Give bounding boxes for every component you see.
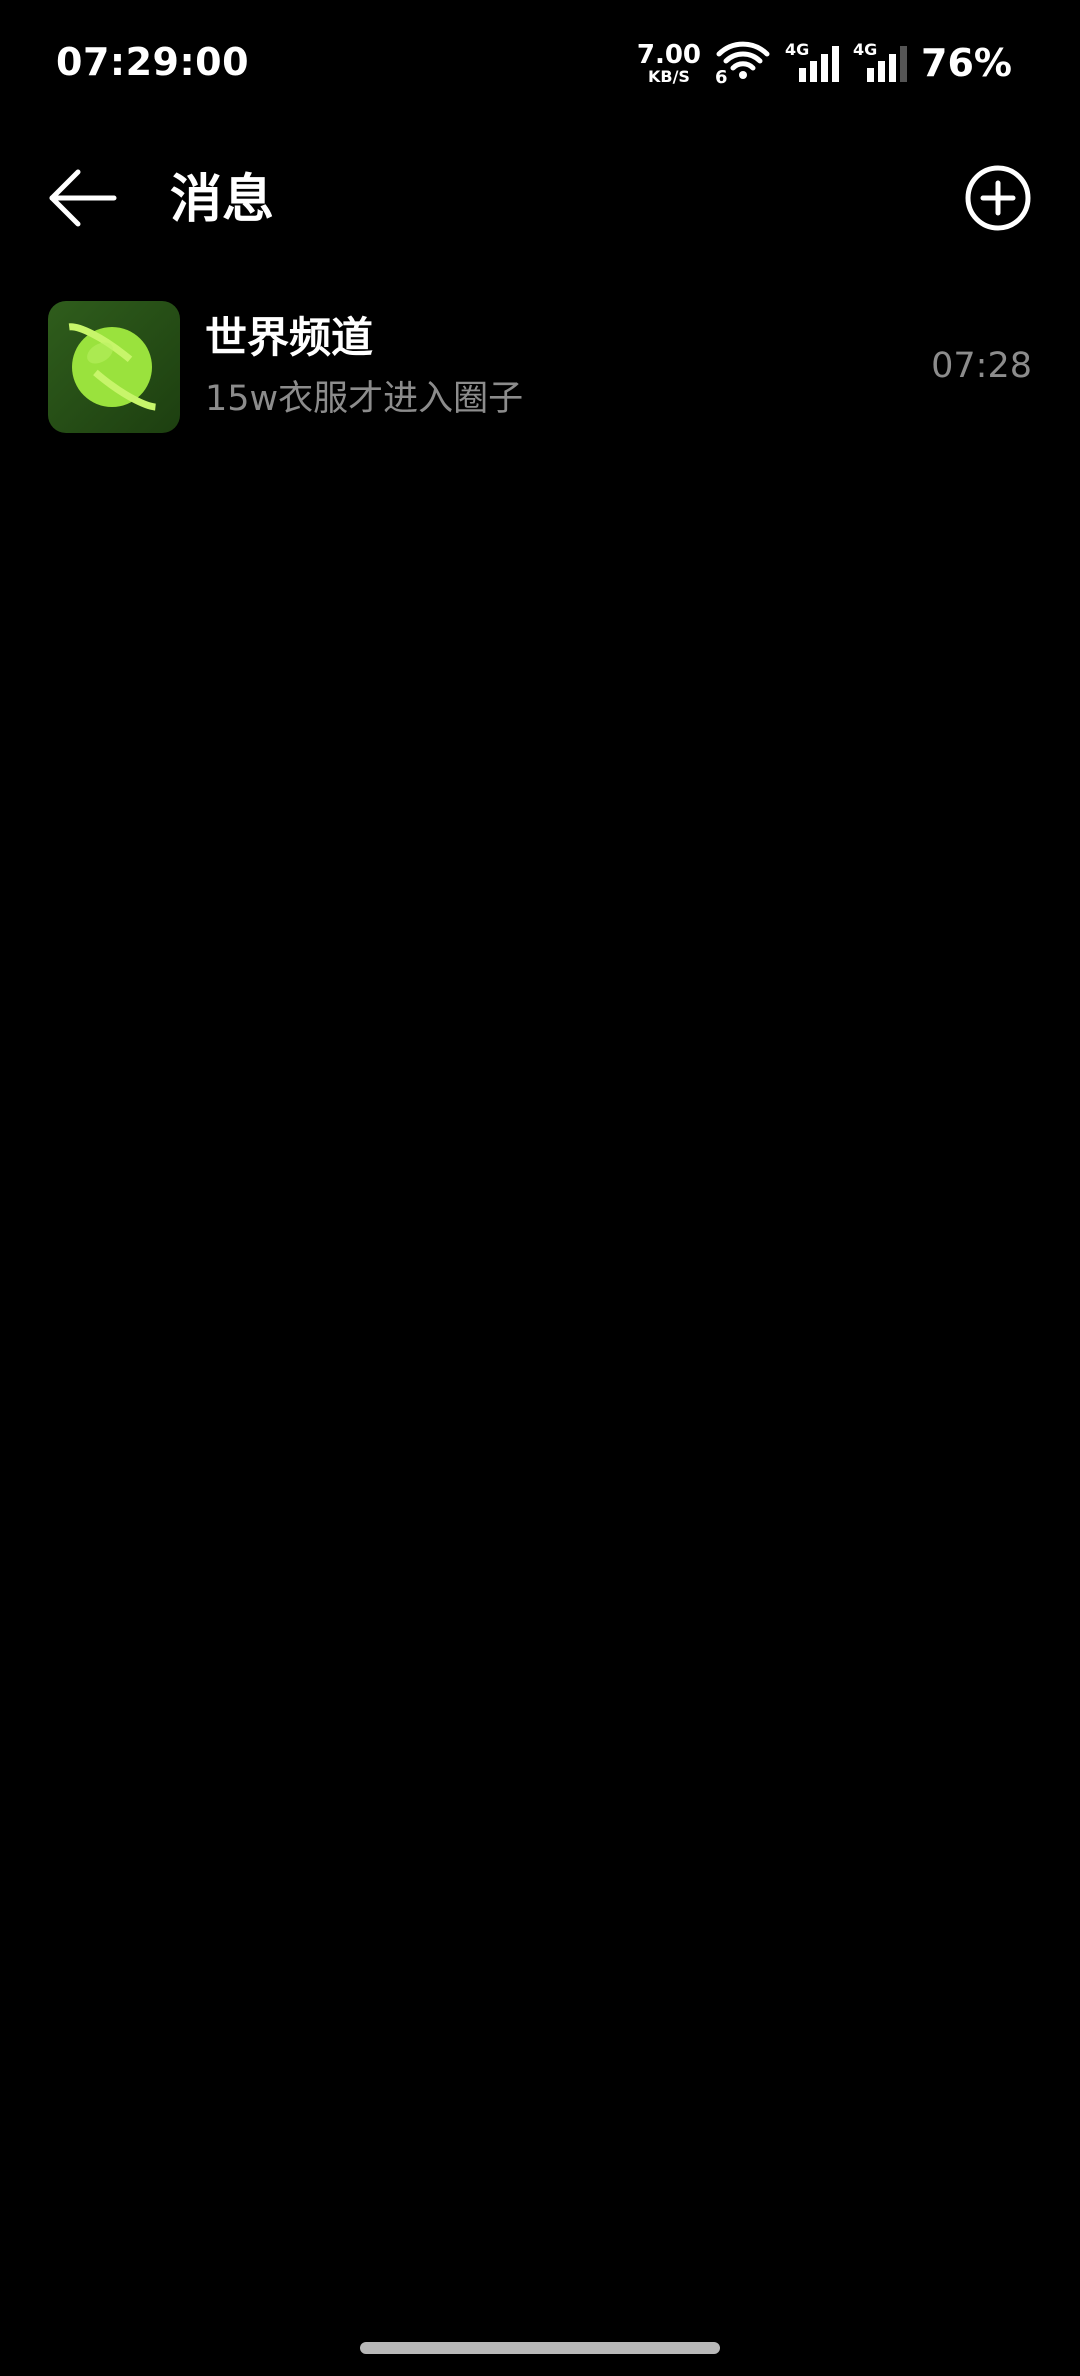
signal-sim2-icon: 4G — [853, 40, 909, 86]
arrow-left-icon — [49, 169, 117, 227]
status-bar: 07:29:00 7.00 KB/S 6 4G 4G 76% — [0, 0, 1080, 128]
add-button[interactable] — [964, 164, 1032, 232]
conversation-preview: 15w衣服才进入圈子 — [205, 379, 524, 419]
conversation-item[interactable]: 世界频道 15w衣服才进入圈子 07:28 — [0, 294, 1080, 444]
home-indicator[interactable] — [360, 2342, 720, 2354]
page-title: 消息 — [170, 170, 275, 230]
channel-avatar — [48, 301, 180, 433]
network-speed-unit: KB/S — [647, 66, 690, 86]
network-speed: 7.00 KB/S — [637, 42, 701, 85]
conversation-name: 世界频道 — [205, 313, 374, 362]
planet-icon — [60, 323, 168, 411]
signal-sim1-icon: 4G — [785, 40, 841, 86]
plus-circle-icon — [965, 165, 1031, 231]
conversation-time: 07:28 — [931, 346, 1032, 386]
back-button[interactable] — [44, 166, 120, 230]
network-speed-value: 7.00 — [636, 39, 702, 70]
wifi-icon: 6 — [715, 40, 771, 88]
app-header: 消息 — [0, 150, 1080, 250]
battery-level: 76% — [921, 41, 1012, 85]
status-icons: 7.00 KB/S 6 4G 4G 76% — [637, 38, 1012, 88]
wifi-generation: 6 — [715, 67, 728, 88]
status-time: 07:29:00 — [56, 40, 250, 84]
